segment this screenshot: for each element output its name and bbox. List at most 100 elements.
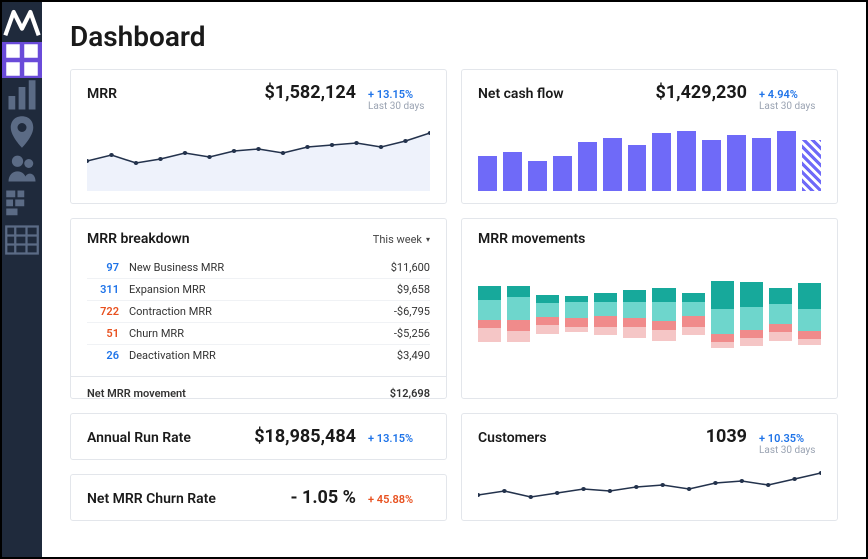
movements-segment [623,302,646,319]
movements-segment [594,327,617,335]
movements-segment [652,288,675,302]
churnrate-value: - 1.05 % [290,487,356,508]
breakdown-count: 26 [87,349,129,362]
netcash-title: Net cash flow [478,86,656,102]
breakdown-rows: 97New Business MRR$11,600311Expansion MR… [87,257,430,366]
nav-segments[interactable] [2,186,42,222]
movements-column [682,293,705,335]
page-title: Dashboard [70,20,838,53]
movements-column [623,290,646,338]
card-movements[interactable]: MRR movements [461,218,838,399]
movements-segment [682,302,705,316]
main-content: Dashboard MRR $1,582,124 + 13.15% Last 3… [42,2,866,557]
breakdown-count: 722 [87,305,129,318]
customers-delta: + 10.35% Last 30 days [759,432,821,457]
movements-column [652,288,675,341]
movements-segment [594,316,617,327]
customers-chart [478,463,821,513]
movements-segment [711,334,734,342]
movements-segment [623,327,646,338]
movements-segment [740,282,763,307]
breakdown-row[interactable]: 722Contraction MRR-$6,795 [87,300,430,322]
app-logo[interactable] [2,2,42,42]
movements-segment [682,327,705,335]
movements-segment [565,318,588,326]
nav-reports[interactable] [2,78,42,114]
breakdown-count: 51 [87,327,129,340]
movements-segment [769,332,792,340]
mrr-title: MRR [87,86,265,102]
movements-segment [652,321,675,329]
chevron-down-icon: ▾ [426,235,430,244]
movements-segment [623,318,646,326]
arr-value: $18,985,484 [254,426,356,447]
netcash-bar [503,152,522,192]
breakdown-label: Expansion MRR [129,283,360,296]
churnrate-delta: + 45.88% [368,493,430,506]
movements-segment [711,281,734,309]
breakdown-value: $3,490 [360,349,430,362]
netcash-bar [752,138,771,192]
movements-segment [798,309,821,331]
netcash-chart [478,121,821,191]
movements-segment [536,325,559,333]
movements-column [478,286,501,342]
breakdown-row[interactable]: 26Deactivation MRR$3,490 [87,344,430,366]
movements-column [711,281,734,348]
breakdown-count: 311 [87,283,129,296]
breakdown-period-dropdown[interactable]: This week ▾ [373,233,430,246]
sidebar [2,2,42,557]
movements-column [507,286,530,342]
nav-location[interactable] [2,114,42,150]
customers-value: 1039 [706,426,747,447]
card-mrr[interactable]: MRR $1,582,124 + 13.15% Last 30 days [70,69,447,204]
movements-column [594,293,617,335]
breakdown-row[interactable]: 97New Business MRR$11,600 [87,257,430,278]
netcash-bar [727,135,746,191]
card-grid: MRR $1,582,124 + 13.15% Last 30 days Net… [70,69,838,521]
movements-title: MRR movements [478,231,821,247]
card-churnrate[interactable]: Net MRR Churn Rate - 1.05 % + 45.88% [70,474,447,521]
nav-dashboard[interactable] [2,42,42,78]
netcash-bar [528,161,547,191]
breakdown-label: Contraction MRR [129,305,360,318]
movements-segment [798,339,821,345]
netcash-bar [603,138,622,192]
netcash-bar [652,133,671,191]
breakdown-label: Deactivation MRR [129,349,360,362]
netcash-bar [702,140,721,191]
movements-segment [682,293,705,301]
movements-segment [623,290,646,301]
movements-segment [478,320,501,328]
card-arr[interactable]: Annual Run Rate $18,985,484 + 13.15% [70,413,447,460]
nav-customers[interactable] [2,150,42,186]
netcash-bar [802,140,821,191]
breakdown-value: -$6,795 [360,305,430,318]
breakdown-row[interactable]: 311Expansion MRR$9,658 [87,278,430,300]
movements-segment [711,309,734,334]
nav-tables[interactable] [2,222,42,258]
card-breakdown[interactable]: MRR breakdown This week ▾ 97New Business… [70,218,447,399]
movements-segment [536,295,559,303]
movements-segment [594,302,617,316]
movements-segment [711,342,734,348]
card-netcash[interactable]: Net cash flow $1,429,230 + 4.94% Last 30… [461,69,838,204]
movements-segment [652,302,675,322]
movements-segment [507,286,530,297]
netcash-bar [578,142,597,191]
movements-column [769,288,792,341]
breakdown-net-row: Net MRR movement $12,698 [71,376,446,410]
breakdown-count: 97 [87,261,129,274]
mrr-chart [87,121,430,191]
breakdown-row[interactable]: 51Churn MRR-$5,256 [87,322,430,344]
breakdown-title: MRR breakdown [87,231,373,247]
movements-segment [798,331,821,339]
card-customers[interactable]: Customers 1039 + 10.35% Last 30 days [461,413,838,521]
movements-segment [652,330,675,341]
movements-segment [565,302,588,319]
movements-column [798,283,821,345]
arr-delta: + 13.15% [368,432,430,445]
customers-title: Customers [478,430,706,446]
movements-segment [769,324,792,332]
movements-column [565,296,588,332]
